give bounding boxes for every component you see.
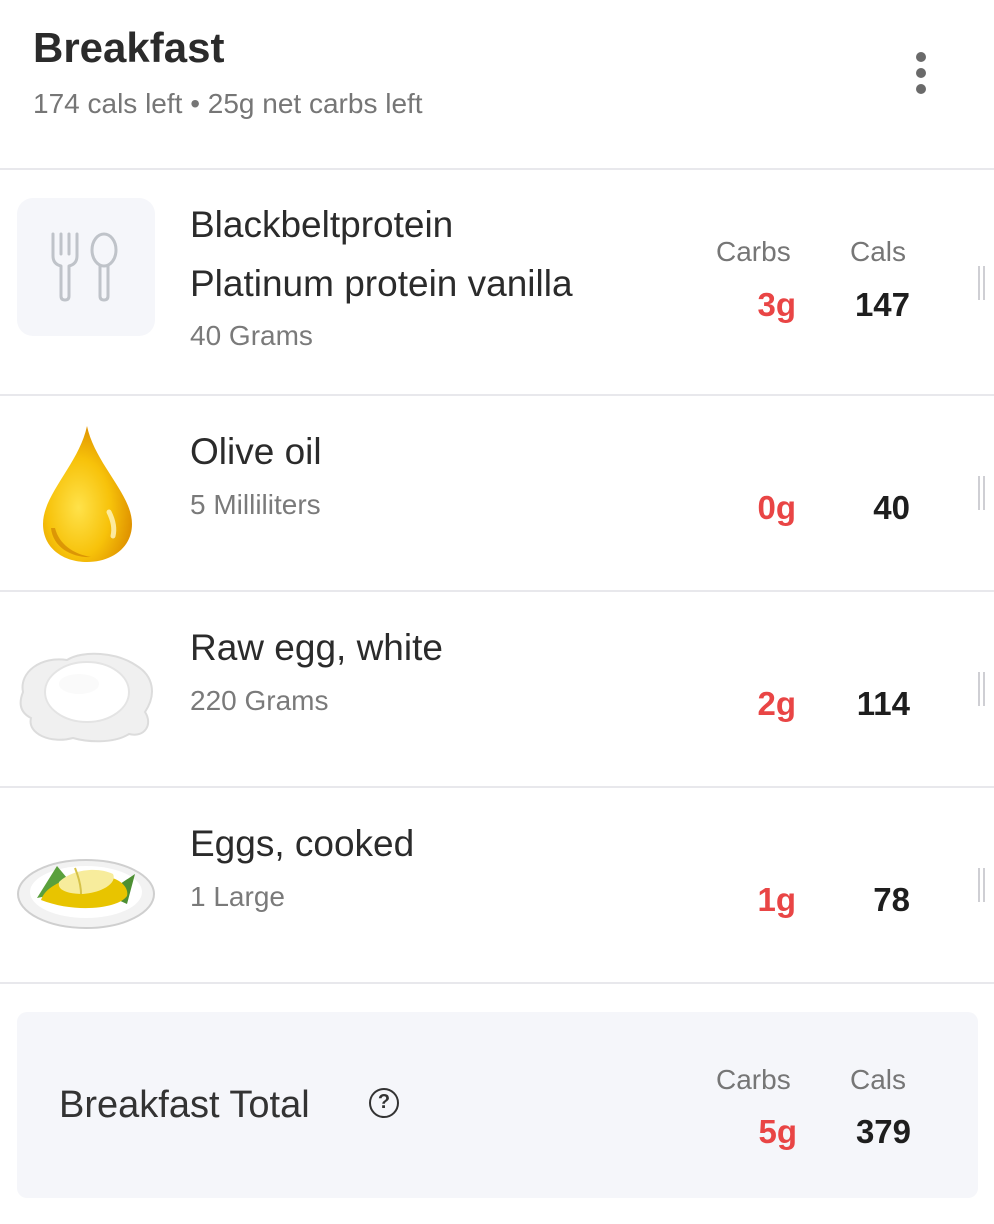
cals-column-label: Cals — [850, 236, 907, 267]
meal-header: Breakfast 174 cals left • 25g net carbs … — [0, 0, 994, 170]
food-carbs: 3g — [757, 286, 796, 323]
food-carbs: 2g — [757, 685, 796, 722]
total-cals-label: Cals — [850, 1064, 907, 1095]
drag-handle-icon[interactable] — [978, 266, 986, 300]
total-cals: 379 — [855, 1113, 911, 1150]
food-carbs: 0g — [757, 489, 796, 526]
food-cals: 114 — [856, 685, 910, 722]
food-row[interactable]: Eggs, cooked 1 Large 1g 78 — [0, 788, 994, 984]
food-cals: 40 — [873, 489, 910, 526]
food-name: Blackbeltprotein Platinum protein vanill… — [190, 204, 573, 304]
more-options-button[interactable] — [902, 46, 940, 100]
drag-handle-icon[interactable] — [978, 868, 986, 902]
food-cals: 78 — [873, 881, 910, 918]
meal-summary: 174 cals left • 25g net carbs left — [33, 88, 423, 119]
total-carbs-label: Carbs — [716, 1064, 791, 1095]
food-serving: 40 Grams — [190, 320, 313, 351]
food-serving: 1 Large — [190, 881, 285, 912]
food-name: Eggs, cooked — [190, 823, 415, 864]
page-title: Breakfast — [33, 24, 225, 71]
total-carbs: 5g — [758, 1113, 797, 1150]
food-row[interactable]: Olive oil 5 Milliliters 0g 40 — [0, 396, 994, 592]
food-serving: 5 Milliliters — [190, 489, 321, 520]
food-row[interactable]: Raw egg, white 220 Grams 2g 114 — [0, 592, 994, 788]
drag-handle-icon[interactable] — [978, 672, 986, 706]
cooked-eggs-icon — [17, 816, 155, 954]
oil-drop-icon — [17, 424, 155, 562]
help-icon[interactable]: ? — [369, 1088, 399, 1118]
egg-white-icon — [17, 620, 155, 758]
meal-total-label: Breakfast Total — [59, 1084, 310, 1126]
food-name: Raw egg, white — [190, 627, 443, 668]
fork-spoon-icon — [17, 198, 155, 336]
food-cals: 147 — [854, 286, 910, 323]
food-row[interactable]: Blackbeltprotein Platinum protein vanill… — [0, 170, 994, 396]
meal-total: Breakfast Total ? Carbs Cals 5g 379 — [17, 1012, 978, 1198]
more-vertical-icon — [916, 52, 926, 62]
carbs-column-label: Carbs — [716, 236, 791, 267]
food-carbs: 1g — [757, 881, 796, 918]
drag-handle-icon[interactable] — [978, 476, 986, 510]
food-name: Olive oil — [190, 431, 322, 472]
food-serving: 220 Grams — [190, 685, 329, 716]
